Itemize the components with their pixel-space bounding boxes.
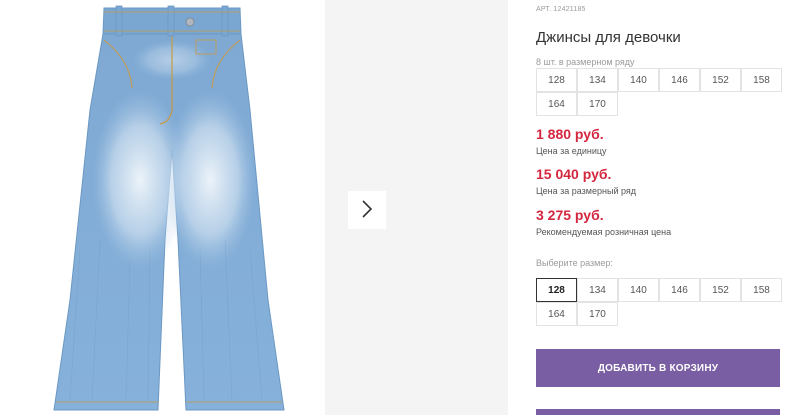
size-selector: 128 134 140 146 152 158 164 170 xyxy=(536,278,782,326)
size-set-item: 164 xyxy=(536,92,577,116)
size-set-item: 152 xyxy=(700,68,741,92)
retail-price: 3 275 руб. xyxy=(536,207,604,223)
set-price: 15 040 руб. xyxy=(536,166,612,182)
size-option[interactable]: 170 xyxy=(577,302,618,326)
choose-size-label: Выберите размер: xyxy=(536,258,613,268)
unit-price-label: Цена за единицу xyxy=(536,146,607,156)
add-to-cart-button[interactable]: ДОБАВИТЬ В КОРЗИНУ xyxy=(536,349,780,387)
size-set-item: 146 xyxy=(659,68,700,92)
chevron-right-icon xyxy=(361,199,373,221)
size-set-item: 158 xyxy=(741,68,782,92)
size-option-selected[interactable]: 128 xyxy=(536,278,577,302)
size-set-item: 140 xyxy=(618,68,659,92)
product-photo-main[interactable] xyxy=(0,0,320,415)
product-title: Джинсы для девочки xyxy=(536,29,681,46)
size-option[interactable]: 158 xyxy=(741,278,782,302)
set-price-label: Цена за размерный ряд xyxy=(536,186,637,196)
size-set-item: 170 xyxy=(577,92,618,116)
size-option[interactable]: 140 xyxy=(618,278,659,302)
size-option[interactable]: 164 xyxy=(536,302,577,326)
size-option[interactable]: 146 xyxy=(659,278,700,302)
secondary-action-button[interactable] xyxy=(536,409,780,415)
size-set-note: 8 шт. в размерном ряду xyxy=(536,57,635,67)
size-option[interactable]: 152 xyxy=(700,278,741,302)
product-info: АРТ. 12421185 Джинсы для девочки 8 шт. в… xyxy=(536,0,800,415)
product-gallery xyxy=(0,0,508,415)
size-set-grid: 128 134 140 146 152 158 164 170 xyxy=(536,68,782,116)
jeans-image xyxy=(53,5,285,411)
gallery-next-button[interactable] xyxy=(348,191,386,229)
unit-price: 1 880 руб. xyxy=(536,126,604,142)
retail-price-label: Рекомендуемая розничная цена xyxy=(536,227,672,237)
size-set-item: 128 xyxy=(536,68,577,92)
size-option[interactable]: 134 xyxy=(577,278,618,302)
article-number: АРТ. 12421185 xyxy=(536,6,586,13)
size-set-item: 134 xyxy=(577,68,618,92)
